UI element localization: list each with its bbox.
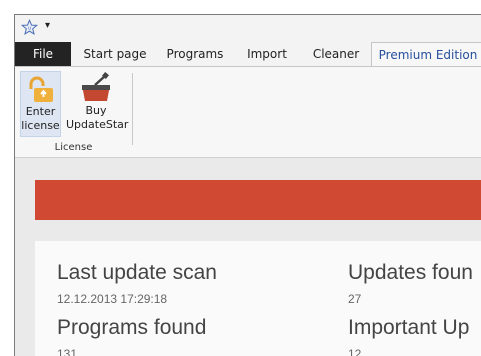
buy-updatestar-button[interactable]: Buy UpdateStar — [66, 71, 129, 132]
tab-programs[interactable]: Programs — [161, 42, 229, 66]
basket-icon — [82, 72, 110, 101]
tab-cleaner[interactable]: Cleaner — [304, 42, 368, 66]
svg-text:u: u — [28, 26, 31, 32]
tab-premium-edition[interactable]: Premium Edition — [371, 42, 481, 66]
important-updates-value: 12 — [348, 347, 362, 356]
important-updates-label: Important Up — [348, 316, 470, 339]
tab-import[interactable]: Import — [237, 42, 297, 66]
programs-found-value: 131 — [57, 347, 78, 356]
last-update-scan-label: Last update scan — [57, 261, 217, 284]
quick-access-toolbar: u ▾ — [15, 15, 481, 42]
enter-license-button[interactable]: Enter license — [20, 71, 61, 137]
app-window: u ▾ File Start page Programs Import Clea… — [14, 14, 481, 356]
ribbon-group-separator — [132, 73, 133, 145]
updates-found-value: 27 — [348, 292, 362, 306]
customize-toolbar-dropdown[interactable]: ▾ — [45, 19, 50, 33]
last-update-scan-value: 12.12.2013 17:29:18 — [57, 292, 168, 306]
tab-start-page[interactable]: Start page — [76, 42, 154, 66]
status-banner — [35, 180, 481, 220]
buy-updatestar-label: Buy UpdateStar — [66, 104, 129, 131]
ribbon-tabs: File Start page Programs Import Cleaner … — [15, 42, 481, 66]
star-icon[interactable]: u — [21, 19, 38, 36]
enter-license-label: Enter license — [21, 105, 60, 132]
stats-panel: Last update scan 12.12.2013 17:29:18 Upd… — [35, 241, 481, 356]
updates-found-label: Updates foun — [348, 261, 473, 284]
main-content: Last update scan 12.12.2013 17:29:18 Upd… — [15, 158, 481, 356]
ribbon-panel: Enter license Buy UpdateStar License — [15, 66, 481, 158]
programs-found-label: Programs found — [57, 316, 207, 339]
unlock-icon — [29, 76, 53, 102]
tab-file[interactable]: File — [15, 42, 71, 66]
ribbon-group-license-label: License — [54, 142, 93, 153]
